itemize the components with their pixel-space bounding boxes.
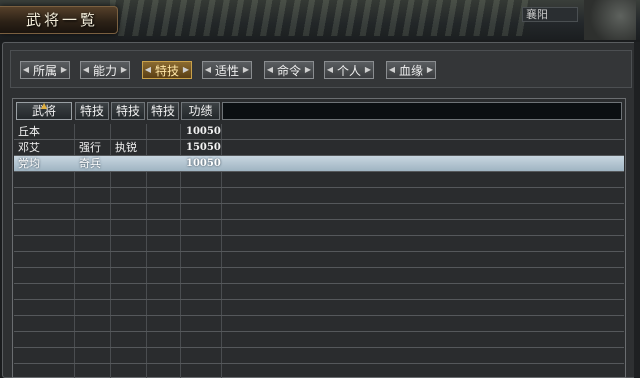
tab-label: 能力 xyxy=(92,64,117,78)
empty-row xyxy=(14,316,624,332)
chevron-right-icon: ▶ xyxy=(364,65,372,74)
tab-orders[interactable]: ◀ 命令 ▶ xyxy=(264,61,314,79)
tab-affiliation[interactable]: ◀ 所属 ▶ xyxy=(20,61,70,79)
merit-value: 15050 xyxy=(186,142,221,153)
column-header-skill-1[interactable]: 特技 xyxy=(75,102,109,120)
chevron-right-icon: ▶ xyxy=(182,65,190,74)
tab-aptitude[interactable]: ◀ 适性 ▶ xyxy=(202,61,252,79)
tab-label: 适性 xyxy=(214,64,239,78)
empty-row xyxy=(14,348,624,364)
chevron-left-icon: ◀ xyxy=(22,65,30,74)
table-row[interactable]: 丘本 10050 xyxy=(14,124,624,140)
column-header-merit[interactable]: 功绩 xyxy=(181,102,220,120)
tab-label: 特技 xyxy=(154,64,179,78)
skill-1: 奇兵 xyxy=(79,157,101,170)
empty-row xyxy=(14,220,624,236)
chevron-right-icon: ▶ xyxy=(426,65,434,74)
sort-arrow-icon: ▲ xyxy=(41,101,48,110)
merit-value: 10050 xyxy=(186,158,221,169)
chevron-left-icon: ◀ xyxy=(266,65,274,74)
table-row-selected[interactable]: 党均 奇兵 10050 xyxy=(14,156,624,172)
chevron-right-icon: ▶ xyxy=(60,65,68,74)
skill-1: 强行 xyxy=(79,141,101,154)
skill-3 xyxy=(147,124,151,139)
empty-row xyxy=(14,204,624,220)
empty-row xyxy=(14,236,624,252)
column-header-skill-3[interactable]: 特技 xyxy=(147,102,179,120)
skill-2: 执锐 xyxy=(115,141,137,154)
chevron-right-icon: ▶ xyxy=(120,65,128,74)
chevron-left-icon: ◀ xyxy=(326,65,334,74)
tab-label: 命令 xyxy=(276,64,301,78)
empty-row xyxy=(14,252,624,268)
tab-label: 所属 xyxy=(32,64,57,78)
column-header-label: 特技 xyxy=(115,104,140,118)
chevron-right-icon: ▶ xyxy=(304,65,312,74)
empty-row xyxy=(14,364,624,378)
empty-row xyxy=(14,188,624,204)
tab-skills[interactable]: ◀ 特技 ▶ xyxy=(142,61,192,79)
column-header-label: 功绩 xyxy=(188,104,213,118)
officer-rows: 丘本 10050 邓艾 强行 执锐 15050 党均 奇兵 10050 xyxy=(14,124,624,378)
empty-row xyxy=(14,300,624,316)
tab-personal[interactable]: ◀ 个人 ▶ xyxy=(324,61,374,79)
corner-ornament xyxy=(584,0,636,40)
column-header-label: 特技 xyxy=(79,104,104,118)
tab-ability[interactable]: ◀ 能力 ▶ xyxy=(80,61,130,79)
officer-name: 党均 xyxy=(18,157,40,170)
empty-row xyxy=(14,268,624,284)
skill-1 xyxy=(75,124,79,139)
chevron-left-icon: ◀ xyxy=(204,65,212,74)
window-title: 武将一覧 xyxy=(26,11,99,29)
chevron-left-icon: ◀ xyxy=(144,65,152,74)
column-header-officer[interactable]: ▲ 武将 xyxy=(16,101,72,120)
empty-row xyxy=(14,172,624,188)
skill-3 xyxy=(147,140,151,155)
skill-2 xyxy=(111,156,115,171)
skill-3 xyxy=(147,156,151,171)
chevron-left-icon: ◀ xyxy=(388,65,396,74)
tab-lineage[interactable]: ◀ 血缘 ▶ xyxy=(386,61,436,79)
empty-row xyxy=(14,284,624,300)
chevron-left-icon: ◀ xyxy=(82,65,90,74)
right-edge-frame xyxy=(634,42,640,378)
tab-label: 个人 xyxy=(336,64,361,78)
table-row[interactable]: 邓艾 强行 执锐 15050 xyxy=(14,140,624,156)
column-header-label: 特技 xyxy=(150,104,175,118)
officer-name: 邓艾 xyxy=(18,141,40,154)
skill-2 xyxy=(111,124,115,139)
column-header-skill-2[interactable]: 特技 xyxy=(111,102,145,120)
city-label: 襄阳 xyxy=(522,7,578,22)
tab-label: 血缘 xyxy=(398,64,423,78)
officer-name: 丘本 xyxy=(18,125,40,138)
empty-row xyxy=(14,332,624,348)
merit-value: 10050 xyxy=(186,126,221,137)
column-header-filler xyxy=(222,102,622,120)
chevron-right-icon: ▶ xyxy=(242,65,250,74)
